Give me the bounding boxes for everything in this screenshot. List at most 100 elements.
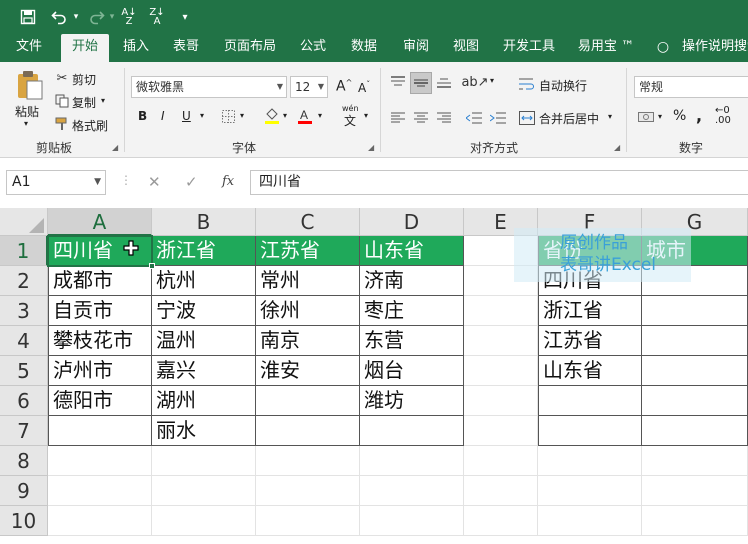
borders-dropdown-icon[interactable]: ▾ bbox=[240, 111, 244, 120]
row-header-8[interactable]: 8 bbox=[0, 446, 48, 476]
tab-review[interactable]: 审阅 bbox=[396, 34, 436, 62]
underline-dropdown-icon[interactable]: ▾ bbox=[200, 111, 204, 120]
redo-icon[interactable] bbox=[86, 6, 108, 28]
name-box[interactable]: A1 ▼ bbox=[6, 170, 106, 195]
customize-qat-icon[interactable]: ▾ bbox=[178, 6, 192, 28]
tab-data[interactable]: 数据 bbox=[344, 34, 384, 62]
cell-e9[interactable] bbox=[464, 476, 538, 506]
cell-c1[interactable]: 江苏省 bbox=[256, 236, 360, 266]
cell-f6[interactable] bbox=[538, 386, 642, 416]
column-header-c[interactable]: C bbox=[256, 208, 360, 236]
tab-insert[interactable]: 插入 bbox=[116, 34, 156, 62]
column-header-d[interactable]: D bbox=[360, 208, 464, 236]
cell-e10[interactable] bbox=[464, 506, 538, 536]
cell-d3[interactable]: 枣庄 bbox=[360, 296, 464, 326]
cell-a5[interactable]: 泸州市 bbox=[48, 356, 152, 386]
cell-a8[interactable] bbox=[48, 446, 152, 476]
cell-e3[interactable] bbox=[464, 296, 538, 326]
undo-icon[interactable] bbox=[48, 6, 70, 28]
cell-a7[interactable] bbox=[48, 416, 152, 446]
cell-b3[interactable]: 宁波 bbox=[152, 296, 256, 326]
font-color-dropdown-icon[interactable]: ▾ bbox=[318, 111, 322, 120]
merge-dropdown-icon[interactable]: ▾ bbox=[608, 112, 612, 121]
cell-e5[interactable] bbox=[464, 356, 538, 386]
cell-c4[interactable]: 南京 bbox=[256, 326, 360, 356]
tab-file[interactable]: 文件 bbox=[8, 34, 50, 62]
cell-c7[interactable] bbox=[256, 416, 360, 446]
tab-yiyongbao[interactable]: 易用宝 ™ bbox=[572, 34, 640, 62]
cell-e8[interactable] bbox=[464, 446, 538, 476]
paste-icon[interactable] bbox=[14, 68, 46, 102]
tell-me-search[interactable]: 操作说明搜索 bbox=[682, 34, 748, 62]
cell-d6[interactable]: 潍坊 bbox=[360, 386, 464, 416]
cell-b9[interactable] bbox=[152, 476, 256, 506]
cell-a10[interactable] bbox=[48, 506, 152, 536]
cell-d5[interactable]: 烟台 bbox=[360, 356, 464, 386]
cell-g4[interactable] bbox=[642, 326, 748, 356]
merge-center-button[interactable]: 合并后居中 bbox=[539, 110, 599, 127]
cell-f10[interactable] bbox=[538, 506, 642, 536]
row-header-4[interactable]: 4 bbox=[0, 326, 48, 356]
cell-c10[interactable] bbox=[256, 506, 360, 536]
decrease-font-size-button[interactable]: Aˇ bbox=[358, 80, 370, 95]
row-header-9[interactable]: 9 bbox=[0, 476, 48, 506]
cell-b6[interactable]: 湖州 bbox=[152, 386, 256, 416]
clipboard-launcher-icon[interactable]: ◢ bbox=[112, 143, 118, 152]
column-header-b[interactable]: B bbox=[152, 208, 256, 236]
cell-e4[interactable] bbox=[464, 326, 538, 356]
cell-g6[interactable] bbox=[642, 386, 748, 416]
decrease-indent-icon[interactable] bbox=[464, 108, 484, 128]
cell-b10[interactable] bbox=[152, 506, 256, 536]
undo-dropdown-icon[interactable]: ▾ bbox=[70, 6, 82, 28]
row-header-6[interactable]: 6 bbox=[0, 386, 48, 416]
cell-d9[interactable] bbox=[360, 476, 464, 506]
cell-a3[interactable]: 自贡市 bbox=[48, 296, 152, 326]
cell-d8[interactable] bbox=[360, 446, 464, 476]
number-format-combo[interactable]: 常规 bbox=[634, 76, 748, 98]
wrap-text-button[interactable]: 自动换行 bbox=[539, 77, 587, 94]
italic-button[interactable]: I bbox=[161, 109, 165, 123]
cell-b5[interactable]: 嘉兴 bbox=[152, 356, 256, 386]
merge-center-icon[interactable] bbox=[518, 109, 536, 127]
row-header-2[interactable]: 2 bbox=[0, 266, 48, 296]
cell-d4[interactable]: 东营 bbox=[360, 326, 464, 356]
cancel-icon[interactable]: ✕ bbox=[148, 173, 161, 191]
cell-f3[interactable]: 浙江省 bbox=[538, 296, 642, 326]
increase-decimal-icon[interactable]: ←0.00 bbox=[715, 106, 731, 126]
select-all-corner[interactable] bbox=[0, 208, 48, 236]
cell-g9[interactable] bbox=[642, 476, 748, 506]
tab-biaoge[interactable]: 表哥 bbox=[166, 34, 206, 62]
accounting-dropdown-icon[interactable]: ▾ bbox=[658, 112, 662, 121]
wrap-text-icon[interactable] bbox=[518, 76, 536, 92]
tab-view[interactable]: 视图 bbox=[446, 34, 486, 62]
middle-align-icon[interactable] bbox=[410, 72, 432, 94]
cell-e7[interactable] bbox=[464, 416, 538, 446]
cell-d2[interactable]: 济南 bbox=[360, 266, 464, 296]
cell-f8[interactable] bbox=[538, 446, 642, 476]
cell-e6[interactable] bbox=[464, 386, 538, 416]
tab-developer[interactable]: 开发工具 bbox=[498, 34, 560, 62]
row-header-5[interactable]: 5 bbox=[0, 356, 48, 386]
tab-home[interactable]: 开始 bbox=[61, 34, 109, 62]
font-size-combo[interactable]: 12 ▼ bbox=[290, 76, 328, 98]
tab-formulas[interactable]: 公式 bbox=[293, 34, 333, 62]
cell-a9[interactable] bbox=[48, 476, 152, 506]
cell-f4[interactable]: 江苏省 bbox=[538, 326, 642, 356]
cell-d1[interactable]: 山东省 bbox=[360, 236, 464, 266]
orientation-icon[interactable]: ab↗ bbox=[461, 72, 488, 92]
underline-button[interactable]: U bbox=[182, 109, 191, 123]
cell-a4[interactable]: 攀枝花市 bbox=[48, 326, 152, 356]
row-header-1[interactable]: 1 bbox=[0, 236, 48, 266]
save-icon[interactable] bbox=[17, 6, 39, 28]
cell-c2[interactable]: 常州 bbox=[256, 266, 360, 296]
bottom-align-icon[interactable] bbox=[434, 72, 454, 92]
column-header-a[interactable]: A bbox=[48, 208, 152, 236]
cell-d7[interactable] bbox=[360, 416, 464, 446]
redo-dropdown-icon[interactable]: ▾ bbox=[107, 6, 117, 28]
cell-d10[interactable] bbox=[360, 506, 464, 536]
enter-icon[interactable]: ✓ bbox=[185, 173, 198, 191]
cell-a2[interactable]: 成都市 bbox=[48, 266, 152, 296]
font-color-icon[interactable]: A bbox=[296, 106, 314, 126]
cell-g8[interactable] bbox=[642, 446, 748, 476]
increase-indent-icon[interactable] bbox=[488, 108, 508, 128]
